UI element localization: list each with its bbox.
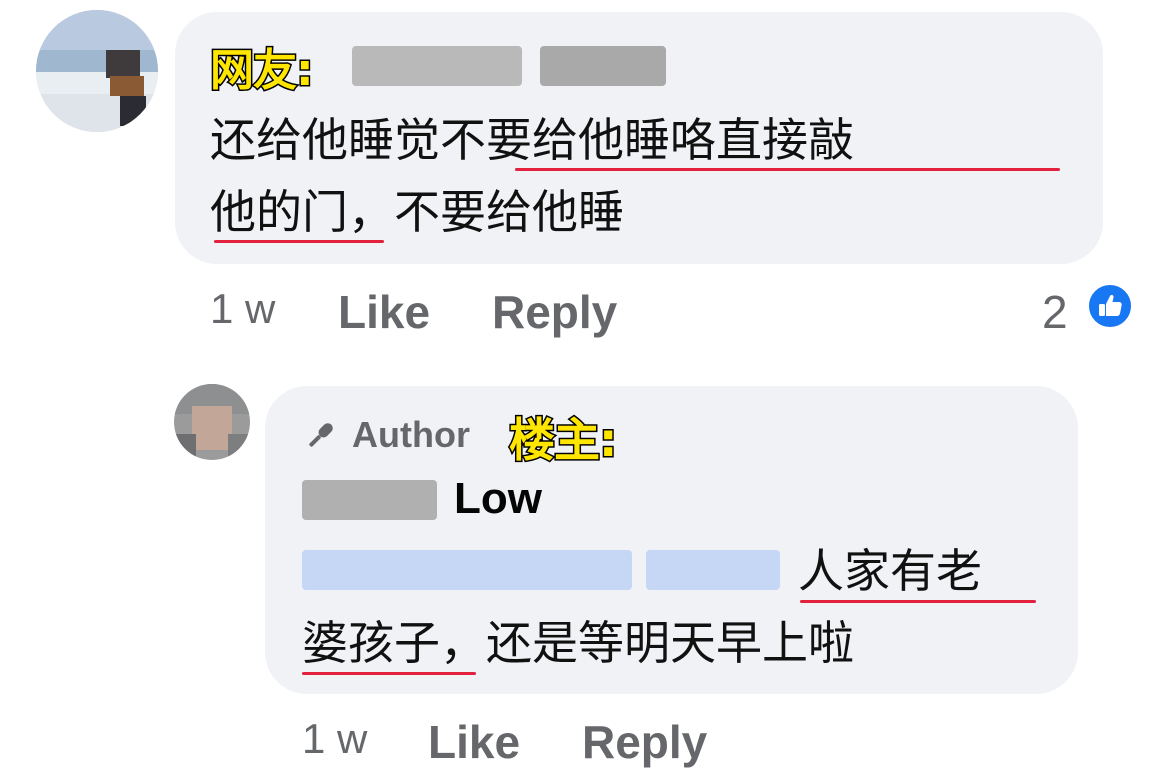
comment-text-line-1: 还给他睡觉不要给他睡咯直接敲	[210, 113, 854, 167]
author-name-blurred	[302, 480, 437, 520]
author-avatar[interactable]	[174, 384, 250, 460]
commenter-name-blurred-2	[540, 46, 666, 86]
reply-reply-button[interactable]: Reply	[582, 715, 707, 769]
reaction-count[interactable]: 2	[1042, 285, 1068, 339]
mention-blurred[interactable]	[302, 550, 632, 590]
author-tag: 楼主:	[507, 412, 618, 469]
thumbs-up-icon[interactable]	[1086, 282, 1134, 330]
reply-text-line-2: 婆孩子，还是等明天早上啦	[302, 616, 854, 670]
netizen-tag: 网友:	[209, 44, 316, 98]
reply-button[interactable]: Reply	[492, 285, 617, 339]
microphone-icon	[309, 423, 333, 447]
underline-3	[800, 600, 1036, 603]
underline-2	[214, 240, 384, 243]
like-button[interactable]: Like	[338, 285, 430, 339]
underline-1	[515, 168, 1060, 171]
underline-4	[302, 672, 476, 675]
reply-time[interactable]: 1 w	[302, 715, 367, 763]
mention-blurred-2	[646, 550, 780, 590]
reply-text-line-1: 人家有老	[798, 544, 982, 598]
commenter-avatar[interactable]	[36, 10, 158, 132]
comment-text-line-2: 他的门，不要给他睡	[210, 185, 624, 239]
author-badge: Author	[352, 414, 470, 455]
author-name[interactable]: Low	[454, 474, 542, 524]
comment-time[interactable]: 1 w	[210, 285, 275, 333]
reply-like-button[interactable]: Like	[428, 715, 520, 769]
commenter-name-blurred[interactable]	[352, 46, 522, 86]
